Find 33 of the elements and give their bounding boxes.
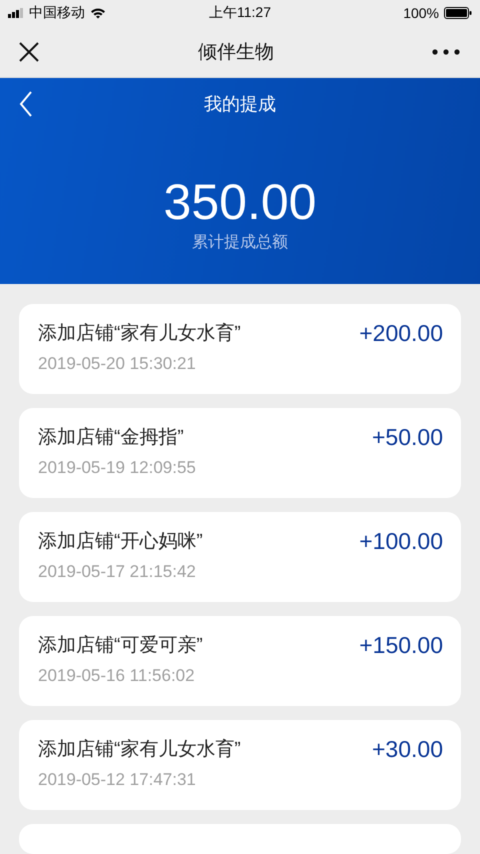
battery-icon bbox=[444, 7, 472, 20]
record-amount: +100.00 bbox=[359, 528, 443, 554]
record-amount: +50.00 bbox=[372, 424, 443, 450]
record-card[interactable]: 添加店铺“金拇指” +50.00 2019-05-19 12:09:55 bbox=[19, 408, 461, 498]
signal-icon bbox=[8, 8, 24, 18]
record-time: 2019-05-20 15:30:21 bbox=[38, 354, 197, 374]
record-card[interactable]: 添加店铺“家有儿女水育” +30.00 2019-05-12 17:47:31 bbox=[19, 720, 461, 810]
record-title: 添加店铺“家有儿女水育” bbox=[38, 322, 241, 346]
record-card[interactable]: 添加店铺“可爱可亲” +150.00 2019-05-16 11:56:02 bbox=[19, 616, 461, 706]
close-icon[interactable] bbox=[18, 40, 40, 63]
record-time: 2019-05-19 12:09:55 bbox=[38, 458, 197, 478]
total-label: 累计提成总额 bbox=[192, 232, 288, 253]
record-time: 2019-05-16 11:56:02 bbox=[38, 666, 196, 686]
more-icon[interactable] bbox=[432, 48, 460, 55]
record-title: 添加店铺“金拇指” bbox=[38, 426, 184, 450]
status-time: 上午11:27 bbox=[209, 4, 271, 22]
record-time: 2019-05-17 21:15:42 bbox=[38, 562, 197, 582]
record-card[interactable]: 添加店铺“家有儿女水育” +200.00 2019-05-20 15:30:21 bbox=[19, 304, 461, 394]
record-time: 2019-05-12 17:47:31 bbox=[38, 770, 197, 790]
total-amount: 350.00 bbox=[164, 174, 316, 230]
record-amount: +30.00 bbox=[372, 736, 443, 762]
battery-percent: 100% bbox=[403, 5, 439, 22]
carrier-name: 中国移动 bbox=[29, 4, 85, 22]
record-card[interactable]: 添加店铺“开心妈咪” +100.00 2019-05-17 21:15:42 bbox=[19, 512, 461, 602]
page-title: 倾伴生物 bbox=[198, 40, 274, 65]
record-title: 添加店铺“可爱可亲” bbox=[38, 634, 203, 658]
back-icon[interactable] bbox=[19, 90, 33, 117]
record-amount: +200.00 bbox=[359, 320, 443, 346]
record-amount: +150.00 bbox=[359, 632, 443, 658]
record-title: 添加店铺“开心妈咪” bbox=[38, 530, 203, 554]
header-title: 我的提成 bbox=[204, 92, 276, 116]
wifi-icon bbox=[90, 7, 106, 20]
record-title: 添加店铺“家有儿女水育” bbox=[38, 738, 241, 762]
